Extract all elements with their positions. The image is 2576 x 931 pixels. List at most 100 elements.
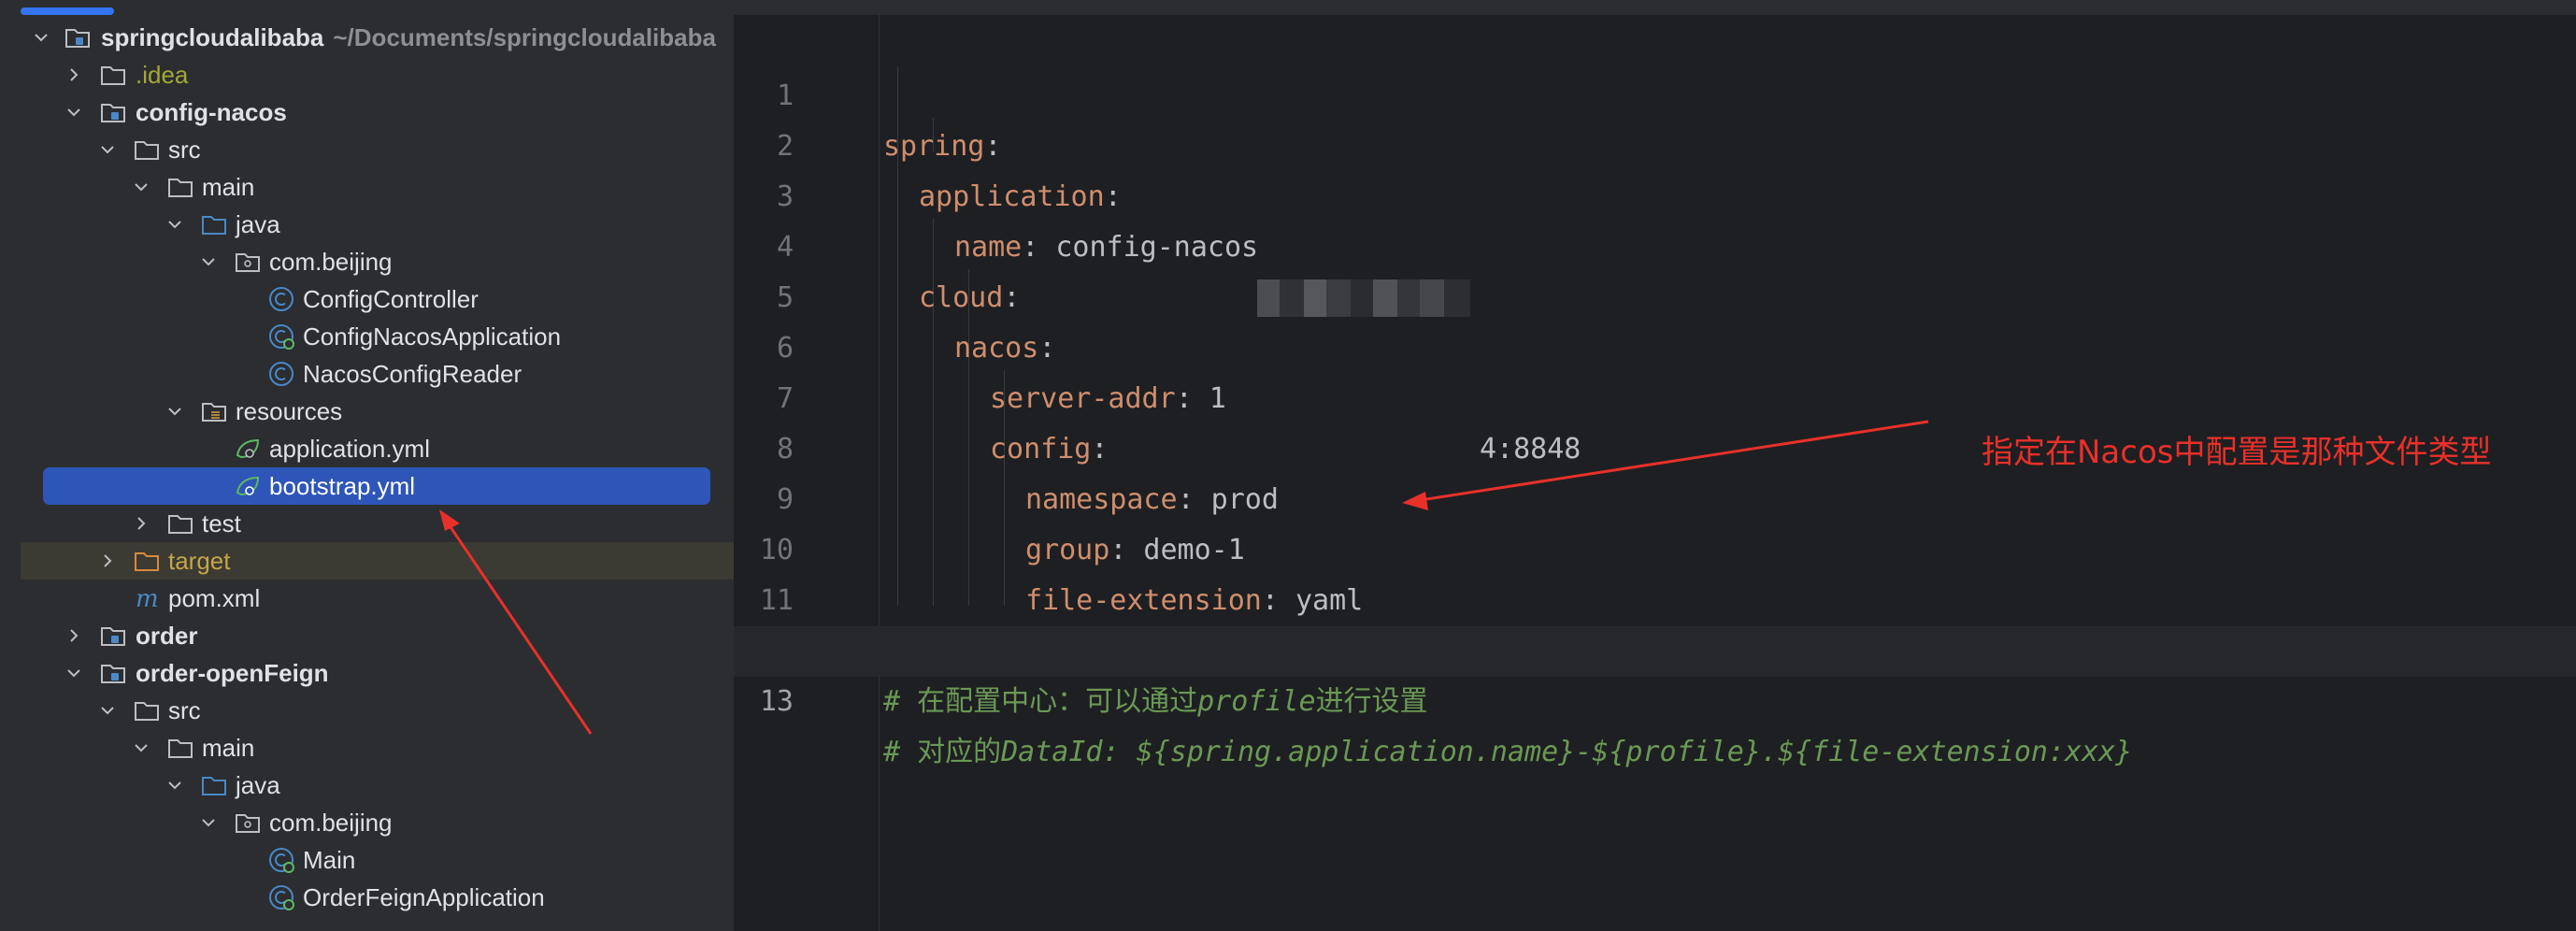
- code-line[interactable]: 1 spring:: [734, 21, 2576, 163]
- tree-item-label: com.beijing: [269, 248, 393, 276]
- chevron-down-icon[interactable]: [64, 102, 84, 122]
- chevron-down-icon[interactable]: [165, 775, 185, 795]
- tree-item-label: order-openFeign: [136, 659, 329, 687]
- package-icon: [234, 248, 262, 276]
- tree-item-label: target: [168, 547, 231, 575]
- chevron-right-icon[interactable]: [64, 625, 84, 646]
- line-number: 13: [759, 685, 794, 718]
- chevron-down-icon[interactable]: [131, 738, 151, 758]
- tree-item-src[interactable]: src: [0, 692, 734, 729]
- tree-item-label: bootstrap.yml: [269, 472, 416, 500]
- chevron-right-icon[interactable]: [131, 513, 151, 534]
- chevron-down-icon[interactable]: [165, 214, 185, 235]
- tree-root-row[interactable]: springcloudalibaba ~/Documents/springclou…: [0, 19, 734, 56]
- tree-item-package[interactable]: com.beijing: [0, 243, 734, 280]
- tree-item-label: resources: [236, 397, 343, 425]
- chevron-right-icon[interactable]: [64, 64, 84, 85]
- tree-item-idea[interactable]: .idea: [0, 56, 734, 93]
- tree-item-order-openfeign[interactable]: order-openFeign: [0, 654, 734, 692]
- code-line-current[interactable]: 13 # 对应的DataId: ${spring.application.nam…: [734, 626, 2576, 768]
- folder-icon: [133, 136, 161, 164]
- code-line[interactable]: 7 config:: [734, 323, 2576, 466]
- tree-item-test[interactable]: test: [0, 505, 734, 542]
- tree-item-label: Main: [303, 846, 356, 874]
- class-icon: [267, 360, 295, 388]
- maven-icon: m: [133, 584, 161, 612]
- code-line[interactable]: 11: [734, 525, 2576, 617]
- module-folder-icon: [99, 98, 127, 126]
- source-folder-icon: [200, 771, 228, 799]
- tree-item-config-nacos[interactable]: config-nacos: [0, 93, 734, 131]
- tree-item-order[interactable]: order: [0, 617, 734, 654]
- module-folder-icon: [99, 659, 127, 687]
- tree-item-label: com.beijing: [269, 809, 393, 837]
- tree-item-class[interactable]: OrderFeignApplication: [0, 879, 734, 916]
- tree-item-class[interactable]: ConfigNacosApplication: [0, 318, 734, 355]
- tree-item-pom[interactable]: m pom.xml: [0, 580, 734, 617]
- code-line[interactable]: 4 cloud:: [734, 172, 2576, 314]
- tree-item-package[interactable]: com.beijing: [0, 804, 734, 841]
- chevron-down-icon[interactable]: [97, 700, 118, 721]
- tree-item-src[interactable]: src: [0, 131, 734, 168]
- tree-item-label: order: [136, 622, 198, 650]
- source-folder-icon: [200, 210, 228, 238]
- tree-item-java[interactable]: java: [0, 206, 734, 243]
- code-line[interactable]: 10 file-extension: yaml: [734, 475, 2576, 617]
- chevron-down-icon[interactable]: [198, 812, 219, 833]
- excluded-folder-icon: [133, 547, 161, 575]
- tree-item-label: NacosConfigReader: [303, 360, 522, 388]
- spring-boot-class-icon: [267, 883, 295, 911]
- resources-folder-icon: [200, 397, 228, 425]
- code-line[interactable]: 5 nacos:: [734, 222, 2576, 365]
- code-line[interactable]: 3 name: config-nacos: [734, 122, 2576, 264]
- code-line[interactable]: 8 namespace: prod: [734, 374, 2576, 516]
- code-line[interactable]: 2 application:: [734, 71, 2576, 213]
- tree-item-main[interactable]: main: [0, 168, 734, 206]
- project-tree-panel[interactable]: springcloudalibaba ~/Documents/springclou…: [0, 0, 734, 931]
- chevron-right-icon[interactable]: [97, 551, 118, 571]
- chevron-down-icon[interactable]: [198, 251, 219, 272]
- tree-item-file-selected[interactable]: bootstrap.yml: [0, 467, 734, 505]
- tree-item-main[interactable]: main: [0, 729, 734, 766]
- chevron-down-icon[interactable]: [165, 401, 185, 422]
- ide-window: springcloudalibaba ~/Documents/springclou…: [0, 0, 2576, 931]
- tree-item-target[interactable]: target: [0, 542, 734, 580]
- tree-item-label: test: [202, 509, 241, 537]
- module-folder-icon: [99, 622, 127, 650]
- class-icon: [267, 285, 295, 313]
- folder-icon: [99, 61, 127, 89]
- tree-item-resources[interactable]: resources: [0, 393, 734, 430]
- tree-item-class[interactable]: NacosConfigReader: [0, 355, 734, 393]
- tree-item-class[interactable]: Main: [0, 841, 734, 879]
- chevron-down-icon[interactable]: [97, 139, 118, 160]
- tree-item-label: config-nacos: [136, 98, 287, 126]
- code-editor[interactable]: 1 spring: 2 application: 3 name: config-…: [734, 0, 2576, 931]
- spring-yaml-icon: [234, 472, 262, 500]
- annotation-text: 指定在Nacos中配置是那种文件类型: [1982, 434, 2492, 471]
- chevron-down-icon[interactable]: [64, 663, 84, 683]
- tree-item-file[interactable]: application.yml: [0, 430, 734, 467]
- folder-icon: [166, 509, 194, 537]
- tree-item-class[interactable]: ConfigController: [0, 280, 734, 318]
- package-icon: [234, 809, 262, 837]
- code-line[interactable]: 6 server-addr: 1 4:8848: [734, 273, 2576, 466]
- tree-item-label: java: [236, 210, 280, 238]
- tree-item-label: src: [168, 696, 201, 724]
- spring-yaml-icon: [234, 435, 262, 463]
- tree-item-label: java: [236, 771, 280, 799]
- code-line[interactable]: 12 # 在配置中心：可以通过profile进行设置: [734, 576, 2576, 718]
- tree-item-label: src: [168, 136, 201, 164]
- tree-item-java[interactable]: java: [0, 766, 734, 804]
- chevron-down-icon[interactable]: [131, 177, 151, 197]
- tree-item-label: .idea: [136, 61, 189, 89]
- folder-icon: [133, 696, 161, 724]
- tree-item-label: ConfigNacosApplication: [303, 322, 562, 351]
- excluded-row-background: [21, 542, 734, 580]
- svg-text:m: m: [136, 585, 159, 612]
- spring-boot-class-icon: [267, 846, 295, 874]
- folder-icon: [166, 173, 194, 201]
- tree-item-label: main: [202, 173, 255, 201]
- tree-item-label: application.yml: [269, 435, 430, 463]
- chevron-down-icon[interactable]: [31, 27, 51, 48]
- panel-tab-indicator: [21, 7, 114, 15]
